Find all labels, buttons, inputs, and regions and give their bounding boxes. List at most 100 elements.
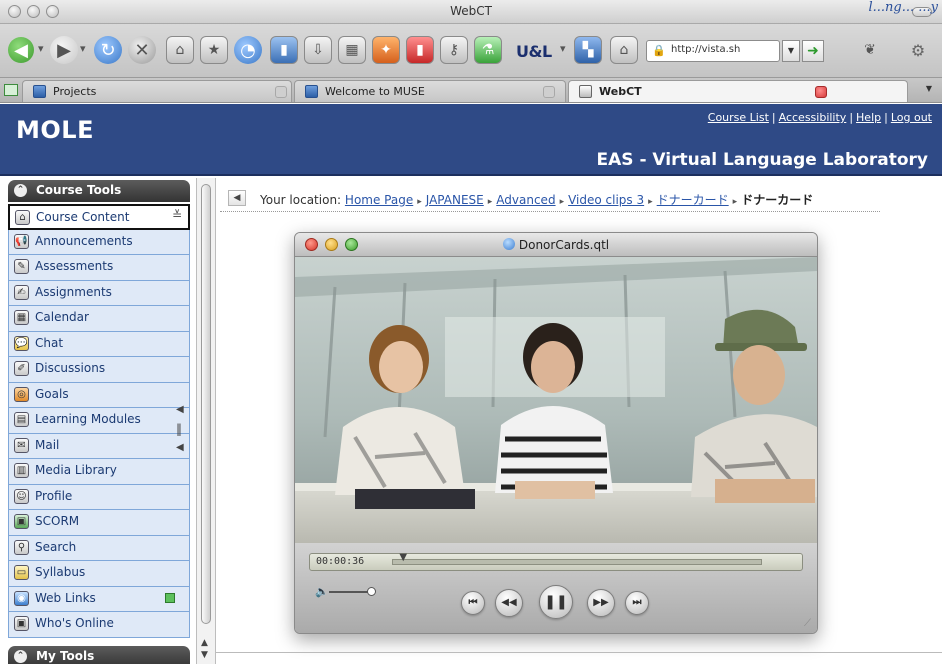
go-icon[interactable]: ➜ — [802, 40, 824, 62]
scroll-down-icon[interactable]: ▼ — [201, 650, 208, 660]
sidebar-item-assignments[interactable]: ✍ Assignments — [8, 280, 190, 306]
collapse-sidebar-arrow-icon[interactable]: ◀ — [176, 442, 184, 453]
sidebar-item-scorm[interactable]: ▣ SCORM — [8, 510, 190, 536]
accessibility-link[interactable]: Accessibility — [779, 111, 847, 124]
forward-icon[interactable]: ▶ — [50, 36, 78, 64]
url-field[interactable]: 🔒 http://vista.sh — [646, 40, 780, 62]
sidebar-item-label: Who's Online — [35, 616, 114, 630]
ua-menu-arrow[interactable]: ▾ — [560, 42, 566, 55]
sidebar-item-mail[interactable]: ✉ Mail — [8, 433, 190, 459]
skip-forward-icon[interactable]: ⏭ — [625, 591, 649, 615]
book-icon[interactable]: ▮ — [270, 36, 298, 64]
sidebar-item-discussions[interactable]: ✐ Discussions — [8, 357, 190, 383]
help-link[interactable]: Help — [856, 111, 881, 124]
tools-icon[interactable]: ✦ — [372, 36, 400, 64]
tag-icon[interactable]: ⌂ — [610, 36, 638, 64]
sidebar-item-assessments[interactable]: ✎ Assessments — [8, 255, 190, 281]
tab-close-button[interactable] — [275, 86, 287, 98]
rewind-icon[interactable]: ◀◀ — [495, 589, 523, 617]
volume-slider[interactable] — [329, 591, 369, 593]
volume-knob[interactable] — [367, 587, 376, 596]
sidebar-scrollbar[interactable]: ▲ ▼ — [196, 178, 216, 664]
tab-list-menu-icon[interactable]: ▼ — [926, 84, 932, 93]
flask-icon[interactable]: ⚗ — [474, 36, 502, 64]
breadcrumb-separator: ▸ — [648, 197, 653, 207]
home-icon[interactable]: ⌂ — [166, 36, 194, 64]
sidebar-item-search[interactable]: ⚲ Search — [8, 535, 190, 561]
ua-icon[interactable]: U&L — [516, 42, 552, 61]
sidebar-item-web-links[interactable]: ◉ Web Links — [8, 586, 190, 612]
sidebar-item-goals[interactable]: ◎ Goals — [8, 382, 190, 408]
collapse-sidebar-arrow-icon[interactable]: ◀ — [176, 404, 184, 415]
forward-menu-arrow[interactable]: ▾ — [80, 42, 86, 55]
sidebar-item-learning-modules[interactable]: ▤ Learning Modules — [8, 408, 190, 434]
download-icon[interactable]: ⇩ — [304, 36, 332, 64]
sidebar-item-chat[interactable]: 💬 Chat — [8, 331, 190, 357]
mail-icon: ✉ — [14, 437, 29, 453]
sidebar-item-whos-online[interactable]: ▣ Who's Online — [8, 612, 190, 638]
chevron-down-icon[interactable]: ≚ — [172, 208, 182, 222]
sidebar-item-label: Calendar — [35, 310, 89, 324]
back-menu-arrow[interactable]: ▾ — [38, 42, 44, 55]
sidebar-item-label: Course Content — [36, 210, 130, 224]
back-icon[interactable]: ◀ — [8, 37, 34, 63]
back-arrow-button[interactable]: ◀ — [228, 190, 246, 206]
breadcrumb-link-japanese[interactable]: JAPANESE — [426, 193, 484, 207]
scrollbar-thumb[interactable] — [201, 184, 211, 624]
sidebar-item-calendar[interactable]: ▦ Calendar — [8, 306, 190, 332]
dropdown-icon[interactable]: ▼ — [782, 40, 800, 62]
sidebar-item-media-library[interactable]: ▥ Media Library — [8, 459, 190, 485]
breadcrumb-link-video-clips[interactable]: Video clips 3 — [568, 193, 644, 207]
course-tools-header[interactable]: ⌃ Course Tools — [8, 180, 190, 202]
sidebar-item-label: Assessments — [35, 259, 114, 273]
settings-icon[interactable]: ⚙ — [904, 36, 932, 64]
bookmark-icon[interactable]: ★ — [200, 36, 228, 64]
scroll-up-icon[interactable]: ▲ — [201, 638, 208, 648]
skip-back-icon[interactable]: ⏮ — [461, 591, 485, 615]
my-tools-header[interactable]: ⌃ My Tools — [8, 646, 190, 664]
tab-close-button[interactable] — [815, 86, 827, 98]
breadcrumb-separator: ▸ — [417, 197, 422, 207]
sidebar-item-announcements[interactable]: 📢 Announcements — [8, 229, 190, 255]
calendar-icon[interactable]: ▦ — [338, 36, 366, 64]
history-icon[interactable]: ◔ — [234, 36, 262, 64]
fast-forward-icon[interactable]: ▶▶ — [587, 589, 615, 617]
sidebar-item-course-content[interactable]: ⌂ Course Content ≚ — [8, 204, 190, 230]
search-icon: ⚲ — [14, 539, 29, 555]
splitter-grip-icon[interactable]: ‖ — [176, 422, 182, 436]
breadcrumb-separator: ▸ — [559, 197, 565, 207]
logout-link[interactable]: Log out — [891, 111, 932, 124]
tab-webct[interactable]: WebCT — [568, 80, 908, 102]
playhead-icon[interactable]: ▼ — [399, 552, 407, 563]
browser-toolbar: ◀ ▾ ▶ ▾ ↻ ✕ ⌂ ★ ◔ ▮ ⇩ ▦ ✦ ▮ ⚷ ⚗ U&L ▾ ▚ … — [0, 24, 942, 78]
progress-bar[interactable]: 00:00:36 ▼ — [309, 552, 803, 571]
breadcrumb-link-donor-card[interactable]: ドナーカード — [657, 193, 729, 207]
tab-projects[interactable]: Projects — [22, 80, 292, 102]
video-frame[interactable] — [295, 257, 817, 543]
sidebar-item-label: SCORM — [35, 514, 80, 528]
course-list-link[interactable]: Course List — [708, 111, 769, 124]
volume-icon[interactable]: 🔈 — [315, 585, 329, 598]
resize-grip-icon[interactable]: ⟋ — [804, 618, 811, 629]
reload-icon[interactable]: ↻ — [94, 36, 122, 64]
breadcrumb-link-home[interactable]: Home Page — [345, 193, 413, 207]
assessments-icon: ✎ — [14, 259, 29, 274]
breadcrumb-link-advanced[interactable]: Advanced — [496, 193, 555, 207]
page-icon[interactable]: ▚ — [574, 36, 602, 64]
progress-track[interactable] — [392, 559, 762, 565]
shield-icon[interactable]: ❦ — [856, 36, 884, 64]
tab-close-button[interactable] — [543, 86, 555, 98]
webct-favicon — [579, 85, 592, 98]
course-content-icon: ⌂ — [15, 210, 30, 225]
url-text: http://vista.sh — [671, 44, 741, 55]
learning-modules-icon: ▤ — [14, 412, 29, 427]
elapsed-time: 00:00:36 — [316, 556, 365, 567]
sidebar-item-profile[interactable]: ☺ Profile — [8, 484, 190, 510]
note-icon[interactable]: ▮ — [406, 36, 434, 64]
pause-icon[interactable]: ❚❚ — [539, 585, 573, 619]
key-icon[interactable]: ⚷ — [440, 36, 468, 64]
stop-icon[interactable]: ✕ — [128, 36, 156, 64]
tab-welcome-to-muse[interactable]: Welcome to MUSE — [294, 80, 566, 102]
new-tab-icon[interactable] — [4, 84, 18, 96]
sidebar-item-syllabus[interactable]: ▭ Syllabus — [8, 561, 190, 587]
